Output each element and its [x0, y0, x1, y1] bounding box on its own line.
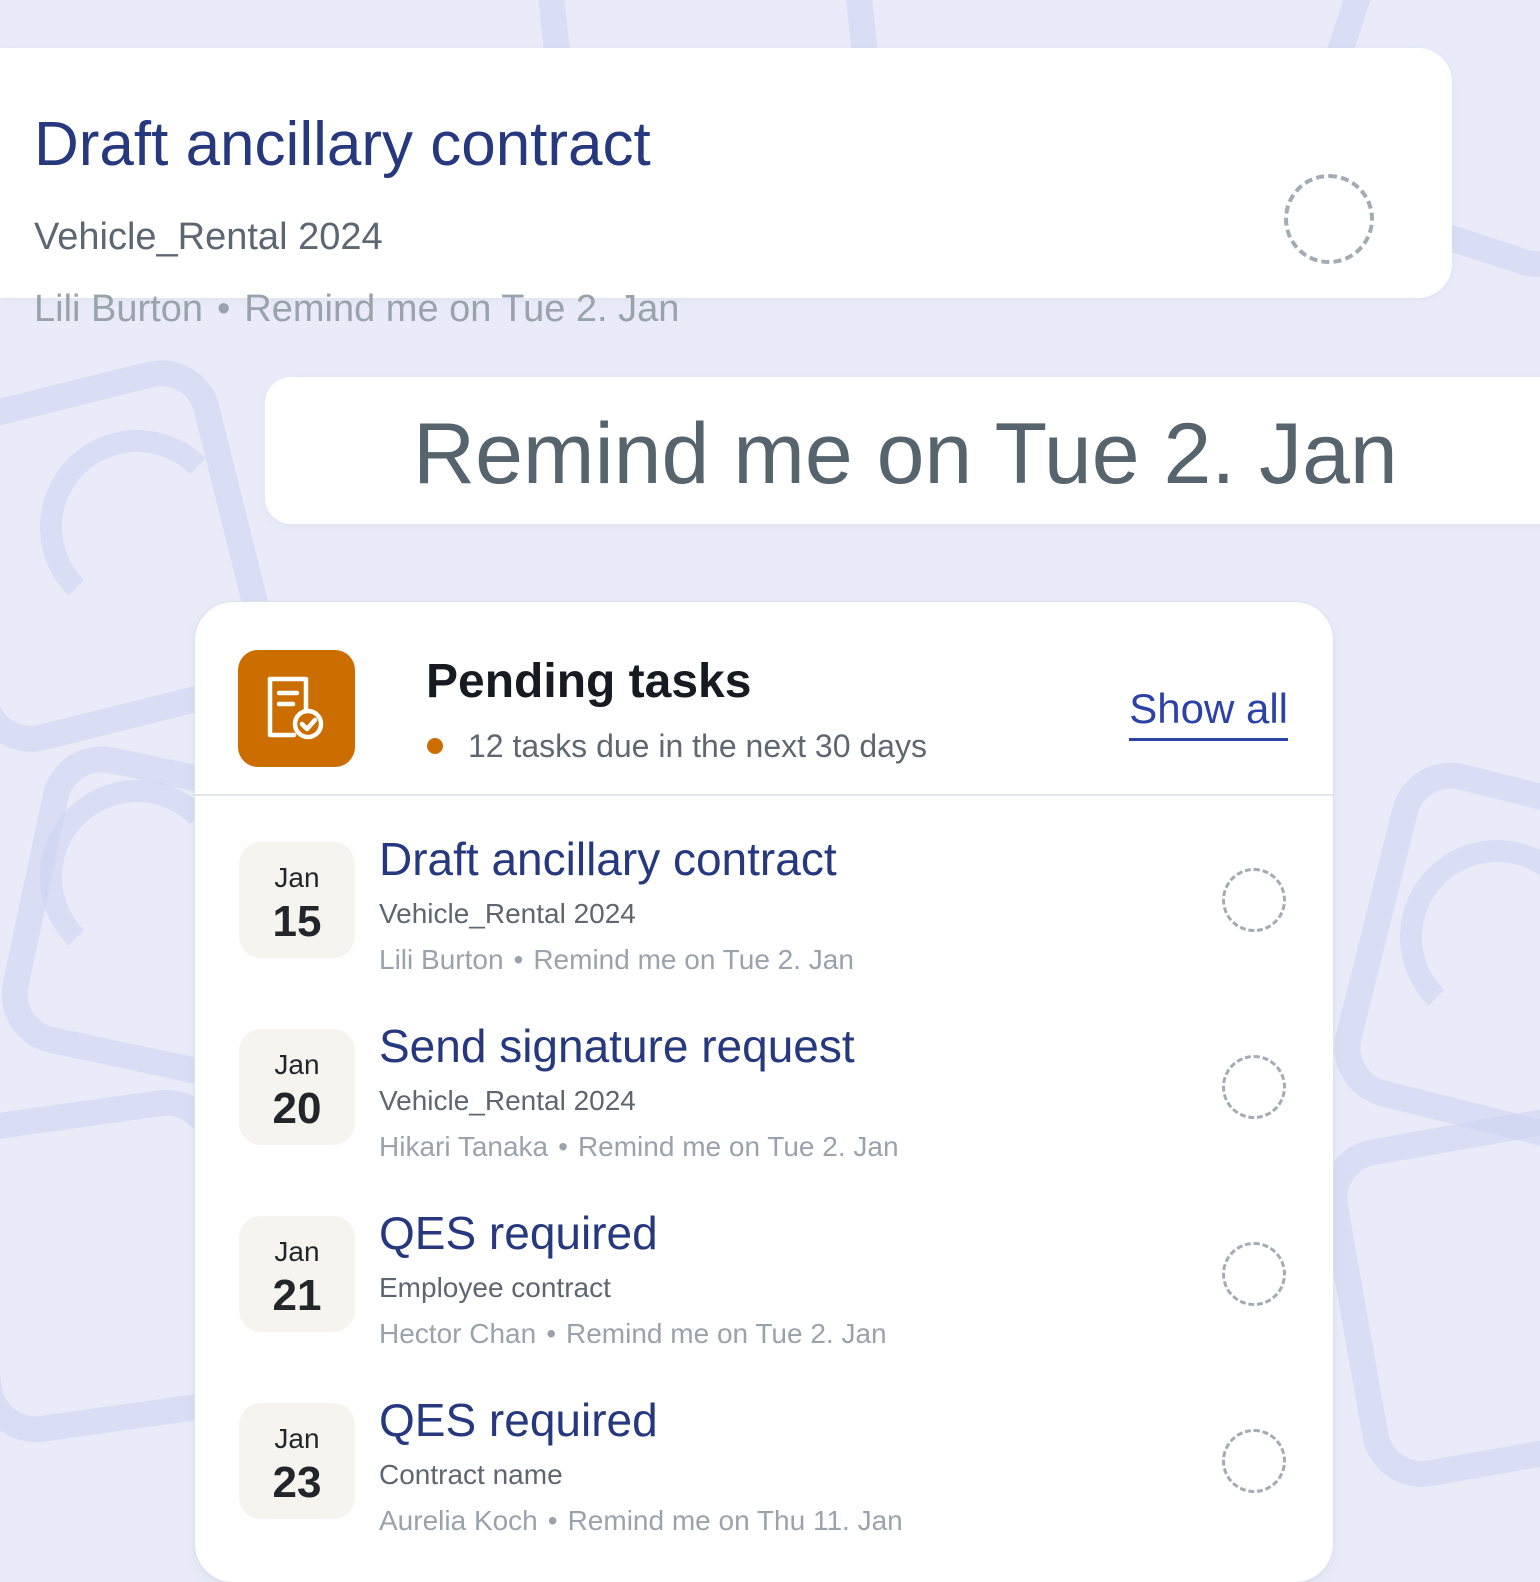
- task-assignee: Lili Burton: [379, 944, 504, 975]
- separator-dot: •: [216, 288, 231, 330]
- task-row[interactable]: Jan 23 QES required Contract name Aureli…: [195, 1397, 1333, 1582]
- task-meta: Hector Chan • Remind me on Tue 2. Jan: [379, 1320, 887, 1348]
- task-subtitle: Vehicle_Rental 2024: [379, 1085, 636, 1116]
- complete-checkbox-icon[interactable]: [1222, 868, 1286, 932]
- task-subtitle: Employee contract: [379, 1272, 611, 1303]
- pending-tasks-widget: Pending tasks 12 tasks due in the next 3…: [195, 602, 1333, 1582]
- task-title: QES required: [379, 1207, 658, 1259]
- task-date-month: Jan: [274, 862, 320, 893]
- task-date-badge: Jan 21: [239, 1216, 355, 1332]
- task-date-day: 20: [272, 1084, 322, 1133]
- reminder-banner: Remind me on Tue 2. Jan: [265, 377, 1540, 524]
- zoom-task-title: Draft ancillary contract: [34, 110, 651, 179]
- widget-header: Pending tasks 12 tasks due in the next 3…: [195, 602, 1333, 796]
- task-date-day: 23: [272, 1458, 322, 1507]
- zoom-task-reminder: Remind me on Tue 2. Jan: [244, 288, 680, 330]
- separator-dot: •: [546, 1318, 556, 1349]
- widget-title: Pending tasks: [426, 655, 752, 708]
- widget-subtitle: 12 tasks due in the next 30 days: [468, 728, 927, 764]
- task-date-month: Jan: [274, 1423, 320, 1454]
- task-row[interactable]: Jan 15 Draft ancillary contract Vehicle_…: [195, 836, 1333, 1022]
- task-date-month: Jan: [274, 1236, 320, 1267]
- task-date-day: 21: [272, 1271, 322, 1320]
- task-meta: Aurelia Koch • Remind me on Thu 11. Jan: [379, 1507, 903, 1535]
- task-reminder: Remind me on Thu 11. Jan: [567, 1505, 903, 1536]
- task-title: Send signature request: [379, 1020, 855, 1072]
- task-assignee: Hikari Tanaka: [379, 1131, 549, 1162]
- task-reminder: Remind me on Tue 2. Jan: [577, 1131, 899, 1162]
- task-date-badge: Jan 15: [239, 842, 355, 958]
- zoom-task-meta: Lili Burton • Remind me on Tue 2. Jan: [34, 290, 679, 328]
- zoom-task-assignee: Lili Burton: [34, 288, 203, 330]
- complete-checkbox-icon[interactable]: [1222, 1242, 1286, 1306]
- zoom-task-subtitle: Vehicle_Rental 2024: [34, 216, 383, 258]
- separator-dot: •: [513, 944, 524, 975]
- task-meta: Lili Burton • Remind me on Tue 2. Jan: [379, 946, 854, 974]
- complete-checkbox-icon[interactable]: [1284, 174, 1374, 264]
- separator-dot: •: [558, 1131, 568, 1162]
- separator-dot: •: [547, 1505, 558, 1536]
- task-date-month: Jan: [274, 1049, 320, 1080]
- task-assignee: Hector Chan: [379, 1318, 537, 1349]
- task-date-badge: Jan 23: [239, 1403, 355, 1519]
- task-meta: Hikari Tanaka • Remind me on Tue 2. Jan: [379, 1133, 899, 1161]
- reminder-banner-text: Remind me on Tue 2. Jan: [413, 406, 1398, 502]
- document-check-icon: [238, 650, 355, 767]
- zoom-task-card[interactable]: Draft ancillary contract Vehicle_Rental …: [0, 48, 1452, 328]
- task-subtitle: Vehicle_Rental 2024: [379, 898, 636, 929]
- task-reminder: Remind me on Tue 2. Jan: [566, 1318, 887, 1349]
- task-reminder: Remind me on Tue 2. Jan: [533, 944, 854, 975]
- complete-checkbox-icon[interactable]: [1222, 1429, 1286, 1493]
- task-row[interactable]: Jan 20 Send signature request Vehicle_Re…: [195, 1023, 1333, 1209]
- task-title: QES required: [379, 1394, 658, 1446]
- task-row[interactable]: Jan 21 QES required Employee contract He…: [195, 1210, 1333, 1396]
- task-date-badge: Jan 20: [239, 1029, 355, 1145]
- show-all-link[interactable]: Show all: [1129, 688, 1288, 741]
- task-subtitle: Contract name: [379, 1459, 563, 1490]
- task-title: Draft ancillary contract: [379, 833, 837, 885]
- task-date-day: 15: [272, 897, 322, 946]
- task-assignee: Aurelia Koch: [379, 1505, 538, 1536]
- complete-checkbox-icon[interactable]: [1222, 1055, 1286, 1119]
- status-dot-icon: [427, 738, 443, 754]
